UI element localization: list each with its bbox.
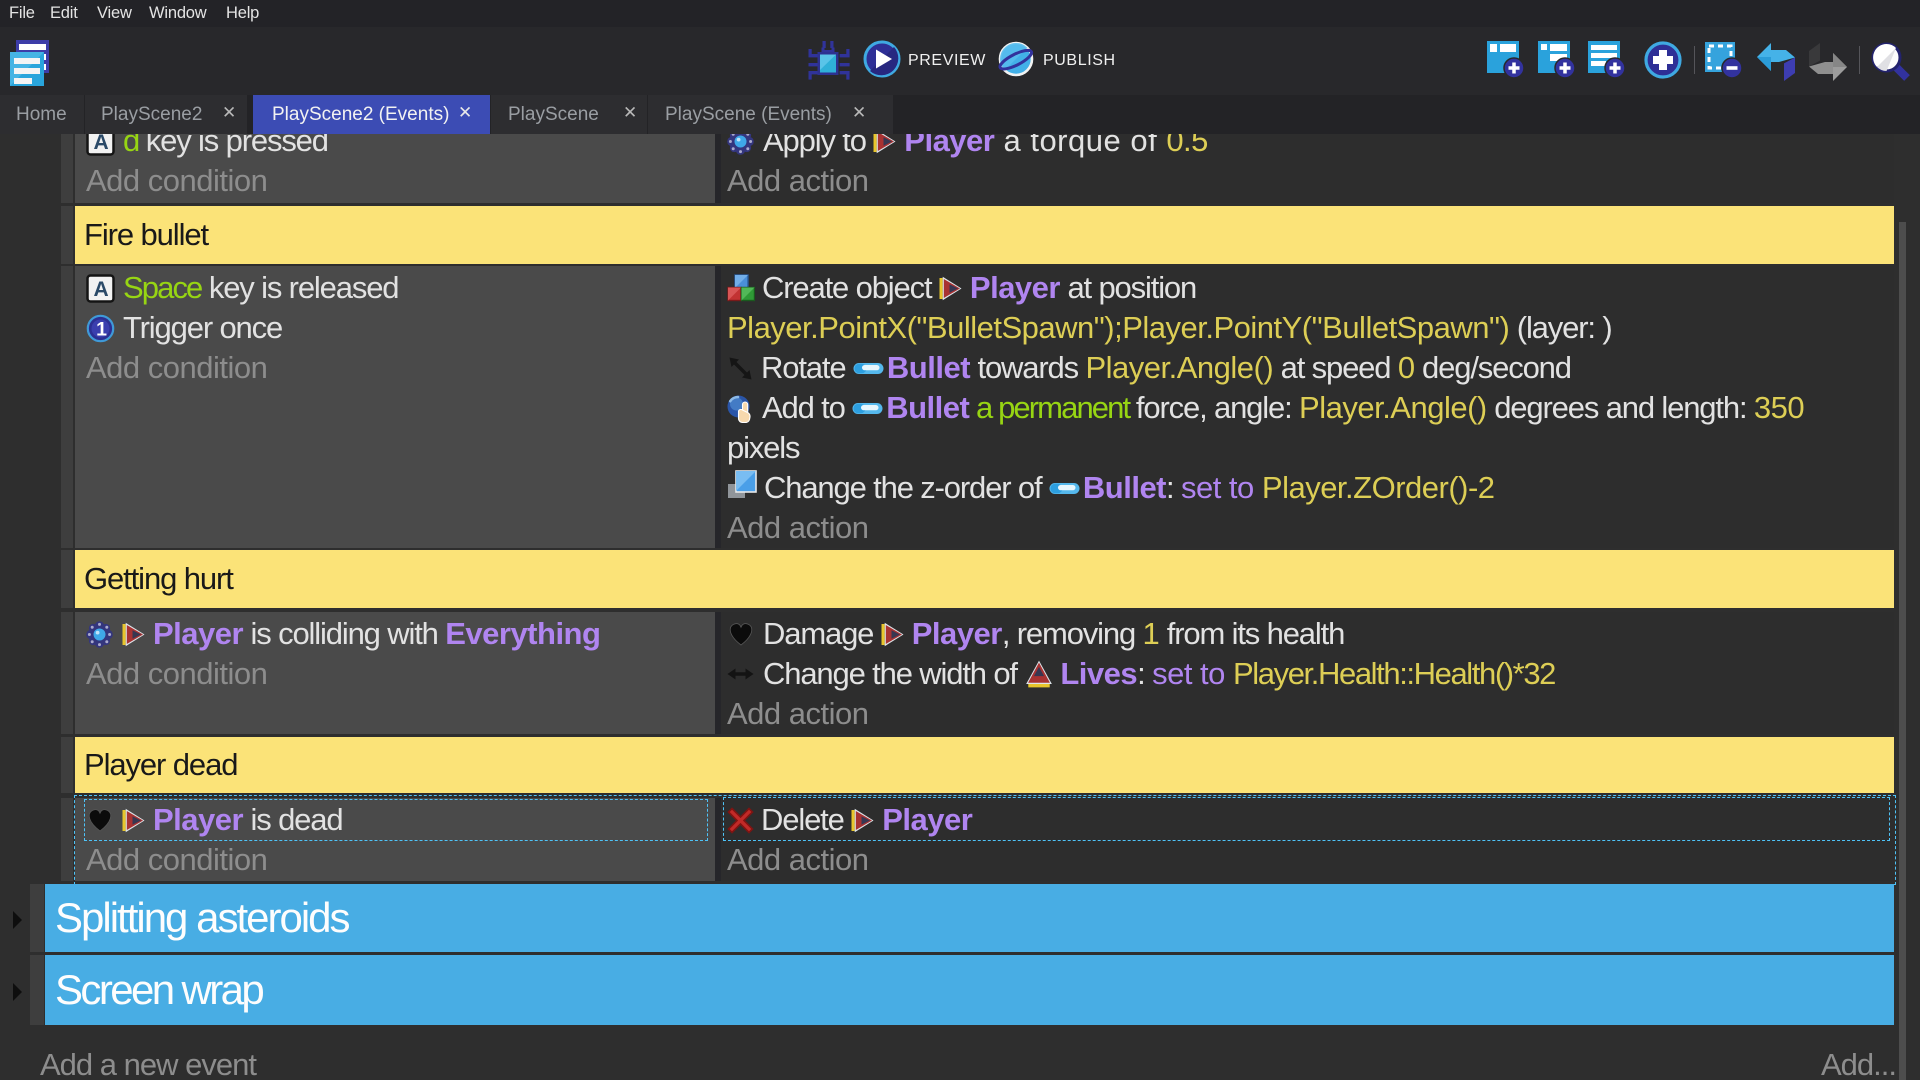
svg-text:A: A	[93, 278, 108, 301]
svg-text:A: A	[93, 134, 108, 154]
svg-text:1: 1	[96, 318, 107, 340]
